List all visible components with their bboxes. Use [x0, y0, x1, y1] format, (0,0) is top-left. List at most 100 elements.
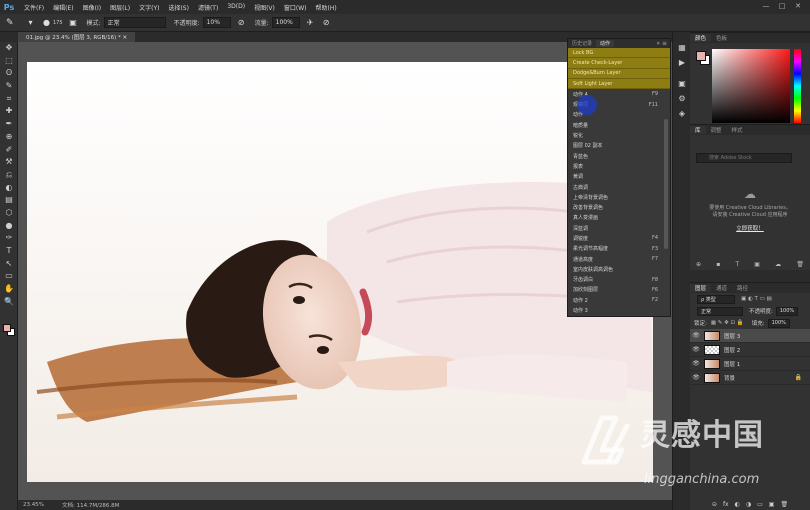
tab-libraries[interactable]: 库 — [690, 126, 706, 134]
menu-filter[interactable]: 滤镜(T) — [198, 3, 218, 12]
history-brush-tool-icon[interactable]: ⚒ — [0, 156, 18, 169]
menu-edit[interactable]: 编辑(E) — [53, 3, 73, 12]
action-item[interactable]: Soft Light Layer — [568, 78, 670, 90]
stock-search-input[interactable]: 搜索 Adobe Stock — [696, 153, 792, 163]
close-button[interactable]: ✕ — [790, 2, 806, 10]
brush-tool-icon[interactable]: ⊕ — [0, 131, 18, 144]
type-tool-icon[interactable]: T — [0, 245, 18, 258]
hue-slider[interactable] — [794, 49, 801, 123]
library-add-icon[interactable]: ⊕ — [696, 261, 701, 268]
library-text-icon[interactable]: T — [735, 261, 739, 268]
tab-history[interactable]: 历史记录 — [568, 40, 596, 47]
canvas-image[interactable] — [27, 62, 653, 482]
menu-help[interactable]: 帮助(H) — [316, 3, 337, 12]
opacity-input[interactable]: 10% — [202, 17, 231, 28]
pen-tool-icon[interactable]: ✑ — [0, 232, 18, 245]
actions-scrollbar[interactable] — [664, 119, 668, 249]
layer-name[interactable]: 图层 1 — [724, 360, 740, 368]
tab-layers[interactable]: 图层 — [690, 284, 712, 292]
path-select-tool-icon[interactable]: ↖ — [0, 258, 18, 271]
tab-paths[interactable]: 路径 — [732, 284, 753, 292]
visibility-eye-icon[interactable]: 👁 — [690, 374, 702, 381]
blur-tool-icon[interactable]: ▤ — [0, 194, 18, 207]
action-item[interactable]: 改善背景调色 — [568, 202, 670, 212]
action-item[interactable]: 古典调 — [568, 182, 670, 192]
menu-layer[interactable]: 图层(L) — [110, 3, 130, 12]
eyedropper-tool-icon[interactable]: ✚ — [0, 105, 18, 118]
mode-select[interactable]: 正常 — [103, 17, 166, 28]
eraser-tool-icon[interactable]: ⎌ — [0, 169, 18, 182]
library-layer-icon[interactable]: ▣ — [754, 261, 760, 268]
action-item[interactable]: 锐化 — [568, 130, 670, 140]
hand-tool-icon[interactable]: ✋ — [0, 283, 18, 296]
brush-size-value[interactable]: 175 — [53, 20, 63, 26]
foreground-color-swatch[interactable] — [3, 324, 11, 332]
zoom-level[interactable]: 23.45% — [23, 502, 44, 508]
chevron-down-icon[interactable]: ▾ — [25, 17, 36, 28]
color-foreground-swatch[interactable] — [696, 51, 706, 61]
layer-name[interactable]: 图层 3 — [724, 332, 740, 340]
menu-view[interactable]: 视图(V) — [254, 3, 275, 12]
action-item[interactable]: 真人变漫画 — [568, 213, 670, 223]
clone-source-icon[interactable]: ◈ — [673, 106, 691, 121]
action-item[interactable]: Dodge&Burn Layer — [568, 68, 670, 79]
history-panel-icon[interactable]: ▦ — [673, 40, 691, 55]
visibility-eye-icon[interactable]: 👁 — [690, 346, 702, 353]
visibility-eye-icon[interactable]: 👁 — [690, 360, 702, 367]
adjustment-layer-icon[interactable]: ◑ — [746, 501, 751, 508]
flow-input[interactable]: 100% — [271, 17, 300, 28]
menu-window[interactable]: 窗口(W) — [284, 3, 307, 12]
tab-styles[interactable]: 样式 — [727, 126, 748, 134]
tab-actions[interactable]: 动作 — [596, 40, 615, 47]
pressure-opacity-icon[interactable]: ⊘ — [236, 17, 247, 28]
action-item[interactable]: Create Check-Layer — [568, 58, 670, 69]
action-item[interactable]: 柔光调节高幅度 F3 — [568, 244, 670, 254]
maximize-button[interactable]: □ — [774, 2, 790, 10]
action-item[interactable]: 通道高度 F7 — [568, 254, 670, 264]
panel-menu-icon[interactable]: » ≡ — [656, 40, 667, 47]
link-layers-icon[interactable]: ⊝ — [712, 501, 717, 508]
layer-kind-filter[interactable]: ρ 类型 — [697, 294, 735, 304]
action-item[interactable]: 调锐度 F4 — [568, 233, 670, 243]
action-item[interactable]: 上帝清背景调色 — [568, 192, 670, 202]
filter-icons[interactable]: ▣ ◐ T ▭ ▤ — [741, 296, 772, 302]
pen-fill-tool-icon[interactable]: ● — [0, 220, 18, 233]
trash-icon[interactable]: 🗑 — [780, 501, 788, 508]
visibility-eye-icon[interactable]: 👁 — [690, 332, 702, 339]
actions-panel-icon[interactable]: ▶ — [673, 55, 691, 70]
fill-input[interactable]: 100% — [767, 318, 790, 328]
brush-tool-icon[interactable]: ✎ — [6, 18, 20, 28]
crop-tool-icon[interactable]: ⌗ — [0, 93, 18, 106]
layer-row[interactable]: 👁 图层 1 — [690, 357, 810, 371]
layer-row[interactable]: 👁 图层 2 — [690, 343, 810, 357]
mask-icon[interactable]: ◐ — [735, 501, 740, 508]
document-tab[interactable]: 01.jpg @ 23.4% (图层 3, RGB/16) * ✕ — [18, 32, 136, 42]
layer-opacity-input[interactable]: 100% — [775, 306, 799, 316]
menu-select[interactable]: 选择(S) — [168, 3, 189, 12]
clone-stamp-tool-icon[interactable]: ✐ — [0, 144, 18, 157]
properties-panel-icon[interactable]: ▣ — [673, 76, 691, 91]
layer-name[interactable]: 图层 2 — [724, 346, 740, 354]
fx-icon[interactable]: fx — [723, 501, 729, 508]
move-tool-icon[interactable]: ✥ — [0, 42, 18, 55]
shape-tool-icon[interactable]: ▭ — [0, 270, 18, 283]
dodge-tool-icon[interactable]: ⬡ — [0, 207, 18, 220]
library-cloud-icon[interactable]: ☁ — [775, 261, 781, 268]
action-item[interactable]: Lock BG — [568, 48, 670, 59]
action-item[interactable]: 报表 — [568, 161, 670, 171]
blend-mode-select[interactable]: 正常 — [697, 306, 743, 316]
lasso-tool-icon[interactable]: ʘ — [0, 67, 18, 80]
action-item[interactable]: 室内皮肤调高调色 — [568, 264, 670, 274]
brush-settings-icon[interactable]: ⚙ — [673, 91, 691, 106]
menu-image[interactable]: 图像(I) — [83, 3, 101, 12]
minimize-button[interactable]: — — [758, 2, 774, 10]
menu-type[interactable]: 文字(Y) — [139, 3, 159, 12]
gradient-tool-icon[interactable]: ◐ — [0, 182, 18, 195]
action-item[interactable]: 牙齿调白 F8 — [568, 275, 670, 285]
layer-row[interactable]: 👁 图层 3 — [690, 329, 810, 343]
menu-file[interactable]: 文件(F) — [24, 3, 44, 12]
group-icon[interactable]: ▭ — [757, 501, 763, 508]
brush-preset-icon[interactable]: ● — [41, 17, 52, 28]
menu-3d[interactable]: 3D(D) — [227, 3, 245, 12]
layer-name[interactable]: 背景 — [724, 374, 735, 382]
